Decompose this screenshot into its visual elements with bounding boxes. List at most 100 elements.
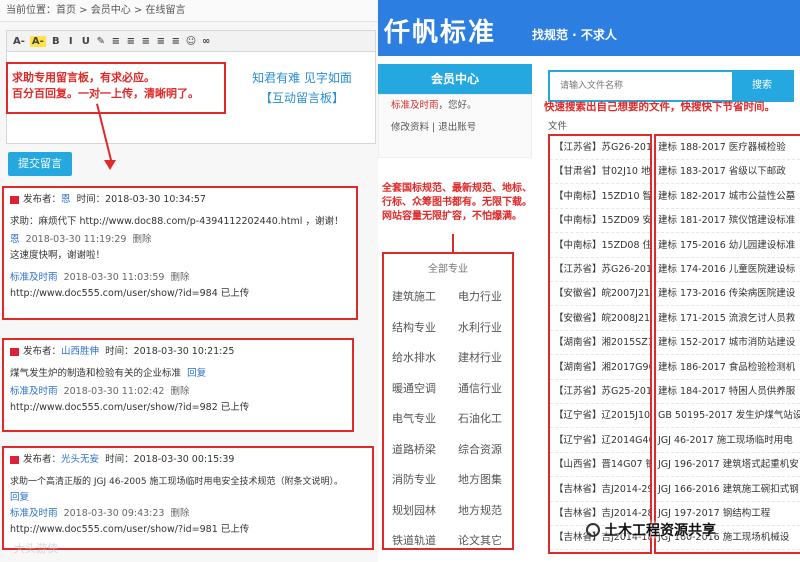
file-region-cell[interactable]: 【湖南省】湘2015SZ10 — [550, 331, 650, 356]
reply-author[interactable]: 标准及时雨 — [10, 272, 58, 283]
file-region-cell[interactable]: 【江苏省】苏G26-2015 — [550, 258, 650, 282]
category-link[interactable]: 暖通空调 — [392, 380, 436, 396]
edit-profile-link[interactable]: 修改资料 — [391, 122, 429, 133]
post-author[interactable]: 光头无妄 — [61, 454, 99, 465]
post-body: 煤气发生炉的制造和检验有关的企业标准 — [10, 368, 182, 379]
category-link[interactable]: 消防专业 — [392, 471, 436, 487]
file-title-link[interactable]: 建标 181-2017 殡仪馆建设标准 — [656, 209, 800, 234]
category-link[interactable]: 电力行业 — [458, 288, 502, 304]
category-link[interactable]: 规划园林 — [392, 502, 436, 518]
file-title-link[interactable]: 建标 174-2016 儿童医院建设标 — [656, 258, 800, 282]
post-author[interactable]: 恩 — [61, 194, 71, 205]
toolbar-button[interactable]: ✎ — [96, 36, 106, 47]
file-title-link[interactable]: JGJ 196-2017 建筑塔式起重机安 — [656, 453, 800, 478]
category-link[interactable]: 通信行业 — [458, 380, 502, 396]
file-region-cell[interactable]: 【甘肃省】甘02J10 地 — [550, 160, 650, 185]
post-card-2: 发布者：山西胜伸 时间：2018-03-30 10:21:25 煤气发生炉的制造… — [2, 338, 354, 432]
search-button[interactable]: 搜索 — [732, 72, 792, 100]
file-title-link[interactable]: JGJ 166-2016 建筑施工碗扣式钢 — [656, 478, 800, 502]
reply-author[interactable]: 恩 — [10, 234, 20, 245]
category-link[interactable]: 论文其它 — [458, 532, 502, 548]
file-title-link[interactable]: 建标 171-2015 流浪乞讨人员救 — [656, 307, 800, 331]
category-link[interactable]: 道路桥梁 — [392, 441, 436, 457]
file-region-cell[interactable]: 【中南标】15ZD10 智 — [550, 185, 650, 209]
flag-icon — [10, 455, 19, 464]
file-region-cell[interactable]: 【江苏省】苏G26-2015 — [550, 136, 650, 160]
category-link[interactable]: 结构专业 — [392, 319, 436, 335]
file-title-link[interactable]: 建标 188-2017 医疗器械检验 — [656, 136, 800, 160]
file-title-link[interactable]: 建标 152-2017 城市消防站建设 — [656, 331, 800, 356]
file-region-cell[interactable]: 【辽宁省】辽2015J101 — [550, 404, 650, 429]
category-heading: 全部专业 — [428, 264, 468, 275]
file-region-cell[interactable]: 【安徽省】皖2007J212 — [550, 282, 650, 307]
file-region-cell[interactable]: 【中南标】15ZD09 安 — [550, 209, 650, 234]
username[interactable]: 标准及时雨 — [391, 100, 439, 111]
toolbar-button[interactable]: ≡ — [126, 36, 136, 47]
reply-link[interactable]: 回复 — [10, 490, 366, 506]
category-link[interactable]: 水利行业 — [458, 319, 502, 335]
file-title-link[interactable]: 建标 184-2017 特困人员供养服 — [656, 380, 800, 404]
post-author[interactable]: 山西胜伸 — [61, 346, 99, 357]
delete-link[interactable]: 删除 — [171, 508, 190, 519]
file-region-column: 【江苏省】苏G26-2015 【甘肃省】甘02J10 地【中南标】15ZD10 智… — [548, 134, 652, 554]
file-title-link[interactable]: JGJ 46-2017 施工现场临时用电 — [656, 429, 800, 453]
category-link[interactable]: 电气专业 — [392, 410, 436, 426]
message-board-panel: 当前位置：首页 > 会员中心 > 在线留言 A- A- B I U ✎ ≡ ≡ ≡ ≡ ≡ ☺ ∞ 求助… — [0, 0, 378, 562]
file-title-link[interactable]: 建标 182-2017 城市公益性公墓 — [656, 185, 800, 209]
file-region-cell[interactable]: 【山西省】晋14G07 钢 — [550, 453, 650, 478]
file-title-link[interactable]: 建标 173-2016 传染病医院建设 — [656, 282, 800, 307]
editor-note-2: 百分百回复。一对一上传，清晰明了。 — [12, 87, 199, 100]
category-link[interactable]: 给水排水 — [392, 349, 436, 365]
post-card-3: 发布者：光头无妄 时间：2018-03-30 00:15:39 求助一个高清正版… — [2, 446, 374, 550]
file-region-cell[interactable]: 【湖南省】湘2017G90 — [550, 356, 650, 380]
file-title-column: 建标 188-2017 医疗器械检验 建标 183-2017 省级以下邮政 建标 1… — [654, 134, 800, 554]
toolbar-button[interactable]: ≡ — [141, 36, 151, 47]
category-link[interactable]: 石油化工 — [458, 410, 502, 426]
file-table: 【江苏省】苏G26-2015 【甘肃省】甘02J10 地【中南标】15ZD10 智… — [548, 134, 800, 554]
search-input[interactable] — [550, 72, 728, 100]
category-link[interactable]: 综合资源 — [458, 441, 502, 457]
watermark-right-text: 土木工程资源共享 — [604, 523, 716, 539]
toolbar-button[interactable]: B — [51, 36, 61, 47]
reply-time: 2018-03-30 11:19:29 — [25, 234, 127, 245]
file-title-link[interactable]: 建标 183-2017 省级以下邮政 — [656, 160, 800, 185]
reply-author[interactable]: 标准及时雨 — [10, 508, 58, 519]
reply-time: 2018-03-30 11:03:59 — [63, 272, 165, 283]
site-logo[interactable]: 仟帆标准 — [384, 12, 496, 49]
delete-link[interactable]: 删除 — [133, 234, 152, 245]
slogan-line-2: 【互动留言板】 — [259, 91, 344, 105]
category-link[interactable]: 地方规范 — [458, 502, 502, 518]
publisher-label: 发布者： — [23, 454, 62, 465]
toolbar-button[interactable]: A- — [29, 35, 46, 47]
reply-link[interactable]: 回复 — [187, 368, 206, 379]
toolbar-button[interactable]: ≡ — [156, 36, 166, 47]
reply-author[interactable]: 标准及时雨 — [10, 386, 58, 397]
category-link[interactable]: 地方图集 — [458, 471, 502, 487]
file-region-cell[interactable]: 【吉林省】吉J2014-29 — [550, 478, 650, 502]
file-region-cell[interactable]: 【江苏省】苏G25-2015 — [550, 380, 650, 404]
toolbar-button[interactable]: ≡ — [171, 36, 181, 47]
delete-link[interactable]: 删除 — [171, 272, 190, 283]
file-region-cell[interactable]: 【安徽省】皖2008J211 — [550, 307, 650, 331]
site-header: 仟帆标准 找规范 · 不求人 — [378, 0, 800, 56]
toolbar-button[interactable]: ≡ — [111, 36, 121, 47]
file-region-cell[interactable]: 【中南标】15ZD08 住 — [550, 234, 650, 258]
file-region-cell[interactable]: 【辽宁省】辽2014G40 — [550, 429, 650, 453]
file-title-link[interactable]: 建标 186-2017 食品检验检测机 — [656, 356, 800, 380]
toolbar-button[interactable]: ☺ — [186, 36, 196, 47]
toolbar-button[interactable]: A- — [13, 36, 25, 47]
logout-link[interactable]: 退出账号 — [438, 122, 476, 133]
toolbar-button[interactable]: ∞ — [201, 36, 211, 47]
toolbar-button[interactable]: I — [66, 36, 76, 47]
delete-link[interactable]: 删除 — [171, 386, 190, 397]
file-title-link[interactable]: 建标 175-2016 幼儿园建设标准 — [656, 234, 800, 258]
file-title-link[interactable]: GB 50195-2017 发生炉煤气站设 — [656, 404, 800, 429]
toolbar-button[interactable]: U — [81, 36, 91, 47]
editor-note-1: 求助专用留言板，有求必应。 — [12, 71, 155, 84]
submit-message-button[interactable]: 提交留言 — [8, 152, 72, 176]
wechat-icon — [586, 523, 600, 537]
category-link[interactable]: 建筑施工 — [392, 288, 436, 304]
category-link[interactable]: 建材行业 — [458, 349, 502, 365]
reply-text: http://www.doc555.com/user/show/?id=981 … — [10, 524, 250, 535]
category-link[interactable]: 铁道轨道 — [392, 532, 436, 548]
